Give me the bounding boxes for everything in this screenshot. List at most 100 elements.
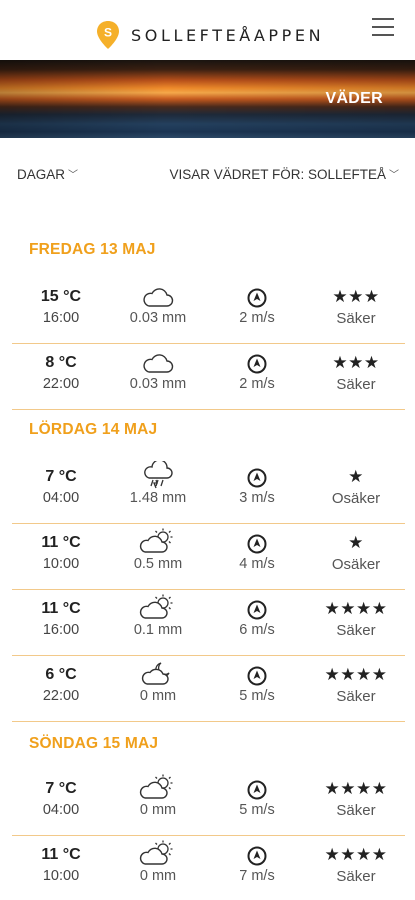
forecast-row: 15 °C 16:00 0.03 mm 2 m/s ★★★ Säker <box>12 278 405 344</box>
temperature: 7 °C <box>45 780 77 797</box>
hamburger-menu-icon[interactable] <box>372 18 396 38</box>
wind-speed: 3 m/s <box>239 490 275 506</box>
wind-speed: 5 m/s <box>239 802 275 818</box>
temperature-cell: 7 °C 04:00 <box>22 770 100 818</box>
temperature-cell: 7 °C 04:00 <box>22 458 100 506</box>
reliability-stars: ★★★★ <box>324 665 388 684</box>
location-dropdown-label: VISAR VÄDRET FÖR: SOLLEFTEÅ <box>169 167 386 182</box>
chevron-down-icon: ﹀ <box>68 170 79 181</box>
reliability-stars: ★★★ <box>332 287 380 306</box>
forecast-time: 22:00 <box>42 688 80 704</box>
forecast-row: 8 °C 22:00 0.03 mm 2 m/s ★★★ Säker <box>12 344 405 410</box>
temperature: 6 °C <box>45 666 77 683</box>
precipitation-cell: 1.48 mm <box>115 458 201 506</box>
precipitation-amount: 0 mm <box>139 868 177 884</box>
app-logo[interactable]: S SOLLEFTEÅAPPEN <box>96 20 324 50</box>
temperature: 11 °C <box>41 534 81 551</box>
wind-speed: 5 m/s <box>239 688 275 704</box>
row-divider <box>12 720 405 722</box>
forecast-row: 11 °C 10:00 0.5 mm 4 m/s ★ Osäker <box>12 524 405 590</box>
precipitation-amount: 0.03 mm <box>129 310 187 326</box>
forecast-time: 16:00 <box>42 310 80 326</box>
wind-speed: 6 m/s <box>239 622 275 638</box>
wind-direction-icon <box>217 344 297 375</box>
temperature: 15 °C <box>40 288 82 305</box>
reliability-stars: ★★★★ <box>324 845 388 864</box>
wind-speed: 7 m/s <box>239 868 275 884</box>
app-name: SOLLEFTEÅAPPEN <box>131 25 325 45</box>
reliability-stars: ★★★★ <box>324 599 388 618</box>
page-banner: VÄDER <box>0 60 415 138</box>
precipitation-cell: 0 mm <box>115 656 201 704</box>
reliability-cell: ★★★★ Säker <box>312 656 400 705</box>
forecast-time: 04:00 <box>42 490 80 506</box>
day-heading: FREDAG 13 MAJ <box>29 241 156 258</box>
wind-direction-icon <box>217 656 297 687</box>
reliability-label: Säker <box>336 802 376 819</box>
reliability-cell: ★★★★ Säker <box>312 836 400 885</box>
forecast-time: 22:00 <box>42 376 80 392</box>
rain-cloud-icon <box>115 458 201 489</box>
forecast-row: 7 °C 04:00 1.48 mm 3 m/s ★ Osäker <box>12 458 405 524</box>
reliability-label: Säker <box>336 868 376 885</box>
temperature-cell: 11 °C 16:00 <box>22 590 100 638</box>
wind-cell: 2 m/s <box>217 278 297 326</box>
temperature: 8 °C <box>45 354 77 371</box>
partly-sunny-icon <box>115 524 201 555</box>
partly-sunny-icon <box>115 770 201 801</box>
precipitation-amount: 0 mm <box>139 802 177 818</box>
cloud-icon <box>115 278 201 309</box>
wind-direction-icon <box>217 278 297 309</box>
cloud-moon-icon <box>115 656 201 687</box>
wind-direction-icon <box>217 590 297 621</box>
day-heading: SÖNDAG 15 MAJ <box>29 735 159 752</box>
wind-cell: 5 m/s <box>217 770 297 818</box>
chevron-down-icon: ﹀ <box>389 170 399 181</box>
reliability-label: Säker <box>336 310 376 327</box>
row-divider <box>12 408 405 410</box>
day-heading: LÖRDAG 14 MAJ <box>29 421 158 438</box>
precipitation-cell: 0 mm <box>115 836 201 884</box>
precipitation-amount: 0 mm <box>139 688 177 704</box>
wind-cell: 4 m/s <box>217 524 297 572</box>
reliability-cell: ★ Osäker <box>312 524 400 573</box>
wind-speed: 2 m/s <box>239 376 275 392</box>
reliability-stars: ★ <box>348 467 364 486</box>
reliability-stars: ★ <box>348 533 364 552</box>
temperature: 11 °C <box>41 846 81 863</box>
precipitation-cell: 0.1 mm <box>115 590 201 638</box>
days-dropdown-label: DAGAR <box>17 167 66 182</box>
temperature: 11 °C <box>41 600 81 617</box>
map-pin-logo-icon: S <box>96 20 120 50</box>
reliability-label: Säker <box>336 622 376 639</box>
wind-cell: 6 m/s <box>217 590 297 638</box>
wind-direction-icon <box>217 458 297 489</box>
forecast-time: 10:00 <box>42 868 80 884</box>
filter-bar: DAGAR ﹀ VISAR VÄDRET FÖR: SOLLEFTEÅ ﹀ <box>0 163 415 187</box>
forecast-time: 10:00 <box>42 556 80 572</box>
wind-direction-icon <box>217 836 297 867</box>
precipitation-amount: 0.1 mm <box>133 622 183 638</box>
reliability-label: Säker <box>336 688 376 705</box>
wind-cell: 3 m/s <box>217 458 297 506</box>
temperature-cell: 8 °C 22:00 <box>22 344 100 392</box>
cloud-icon <box>115 344 201 375</box>
precipitation-cell: 0.03 mm <box>115 278 201 326</box>
wind-cell: 2 m/s <box>217 344 297 392</box>
days-dropdown[interactable]: DAGAR ﹀ <box>17 166 78 182</box>
partly-sunny-icon <box>115 836 201 867</box>
reliability-label: Osäker <box>331 490 381 507</box>
location-dropdown[interactable]: VISAR VÄDRET FÖR: SOLLEFTEÅ ﹀ <box>169 166 399 182</box>
forecast-row: 11 °C 10:00 0 mm 7 m/s ★★★★ Säker <box>12 836 405 900</box>
wind-speed: 2 m/s <box>239 310 275 326</box>
temperature-cell: 6 °C 22:00 <box>22 656 100 704</box>
forecast-time: 16:00 <box>42 622 80 638</box>
wind-direction-icon <box>217 770 297 801</box>
precipitation-cell: 0 mm <box>115 770 201 818</box>
wind-speed: 4 m/s <box>239 556 275 572</box>
forecast-time: 04:00 <box>42 802 80 818</box>
precipitation-amount: 0.5 mm <box>133 556 183 572</box>
precipitation-cell: 0.03 mm <box>115 344 201 392</box>
forecast-row: 7 °C 04:00 0 mm 5 m/s ★★★★ Säker <box>12 770 405 836</box>
precipitation-cell: 0.5 mm <box>115 524 201 572</box>
